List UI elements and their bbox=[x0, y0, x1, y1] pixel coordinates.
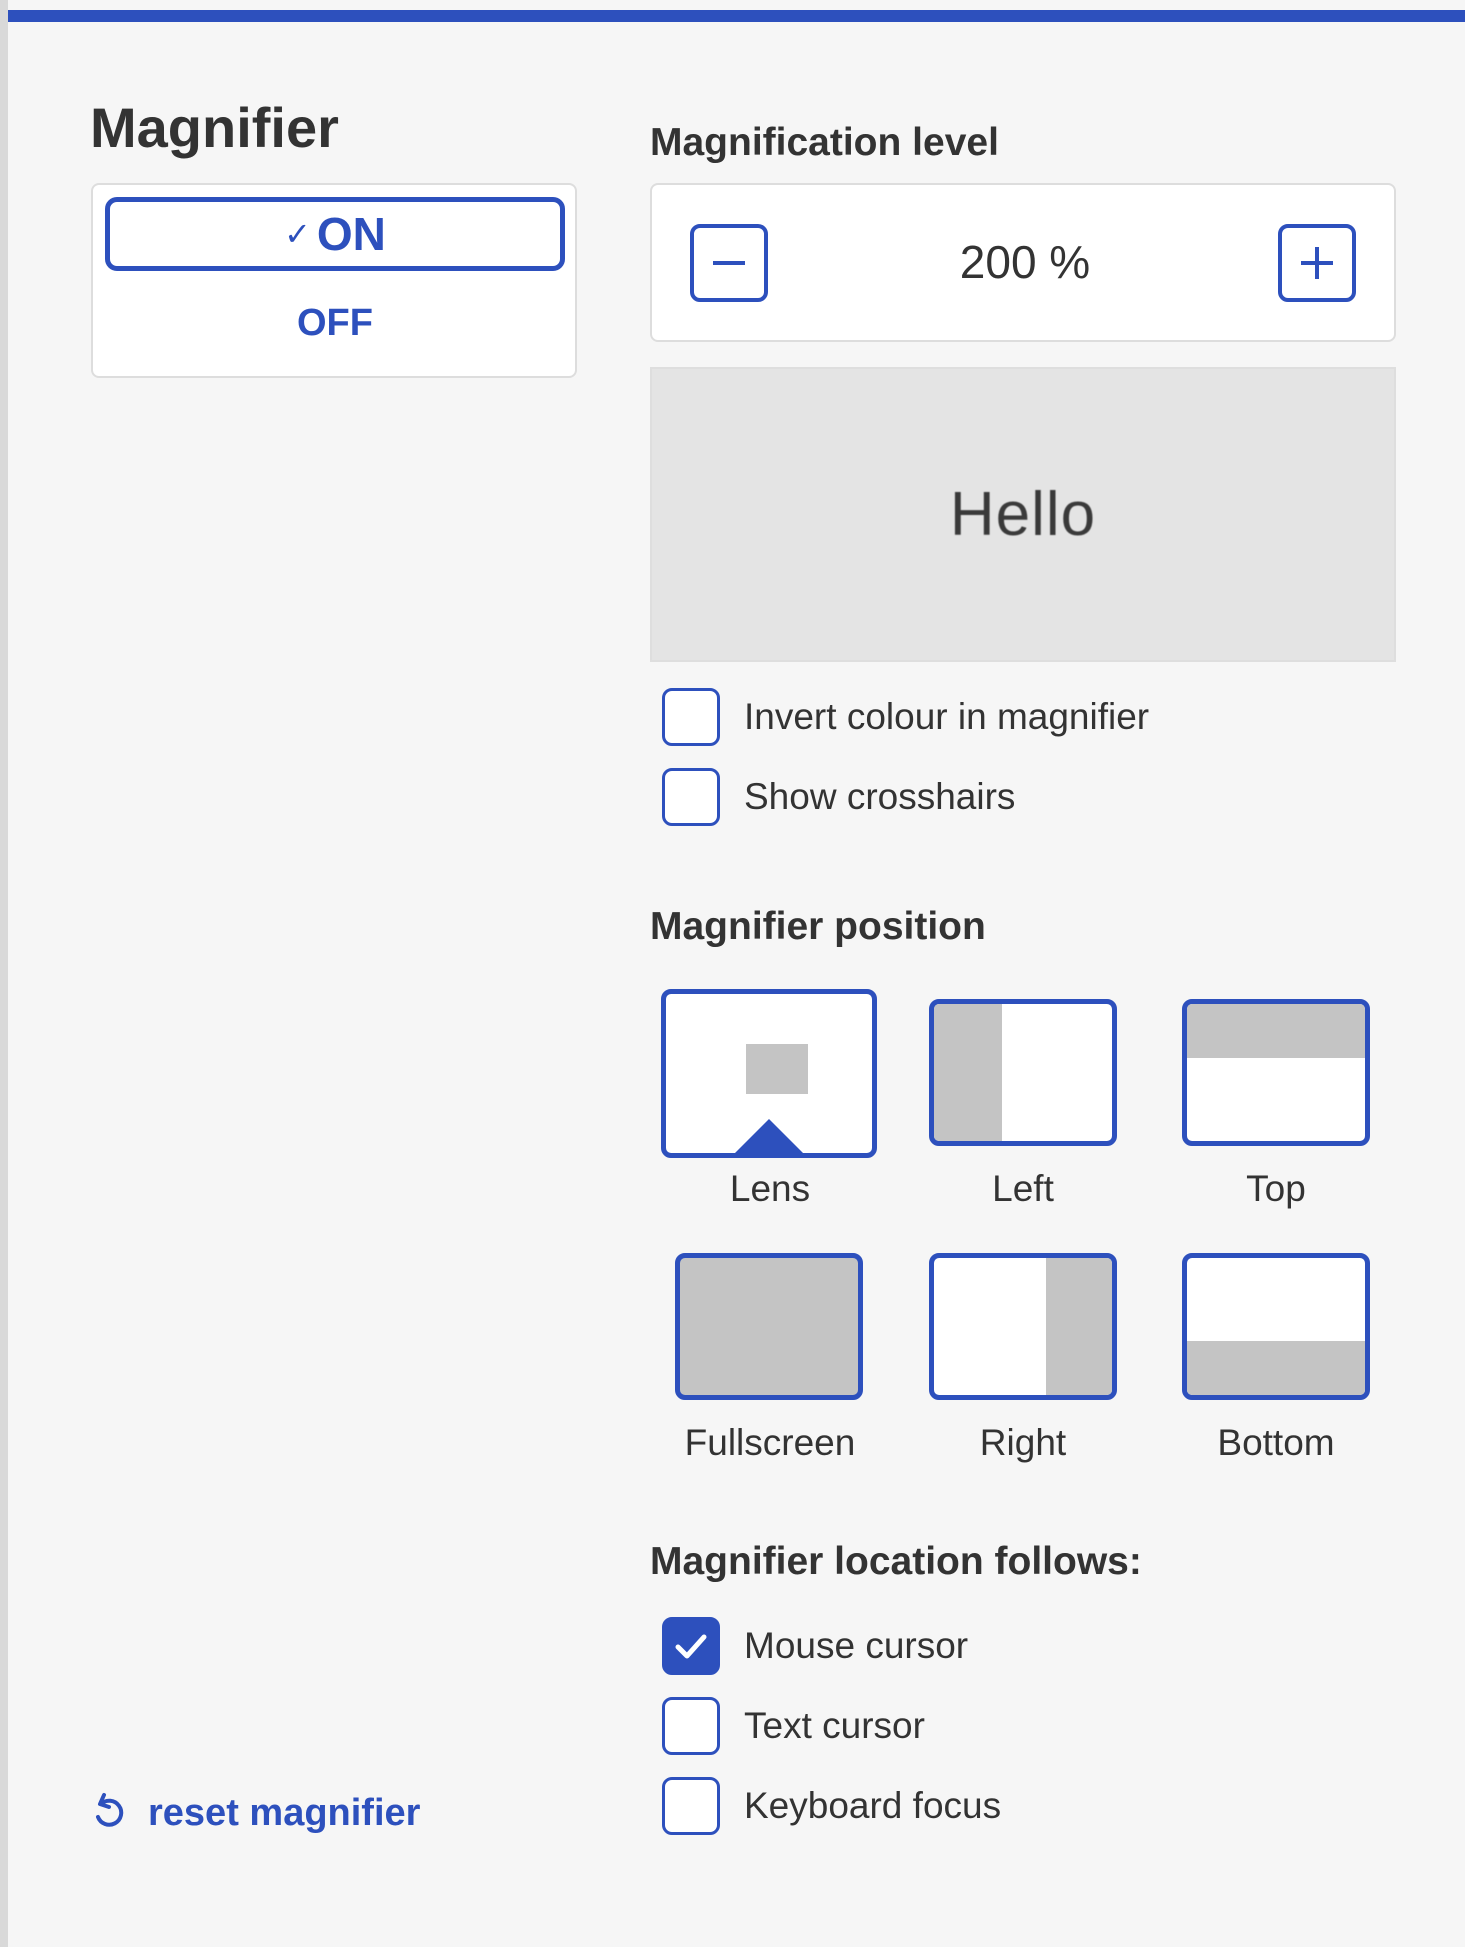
follow-keyboard-focus-label: Keyboard focus bbox=[744, 1785, 1002, 1826]
position-fullscreen-button[interactable] bbox=[675, 1253, 863, 1400]
position-top-button[interactable] bbox=[1182, 999, 1370, 1146]
lens-shape-icon bbox=[746, 1044, 808, 1094]
toggle-off-button[interactable]: OFF bbox=[105, 285, 565, 361]
fullscreen-tile-frame bbox=[675, 1253, 863, 1400]
preview-text: Hello bbox=[949, 480, 1097, 549]
follow-text-cursor-option[interactable]: Text cursor bbox=[662, 1697, 925, 1755]
magnification-control: 200 % bbox=[650, 183, 1396, 342]
magnification-heading: Magnification level bbox=[650, 121, 999, 164]
top-region-icon bbox=[1187, 1004, 1365, 1058]
position-right-label: Right bbox=[979, 1422, 1067, 1463]
left-region-icon bbox=[934, 1004, 1002, 1141]
position-lens-label: Lens bbox=[729, 1168, 811, 1209]
show-crosshairs-label: Show crosshairs bbox=[744, 776, 1016, 817]
position-lens-button[interactable] bbox=[661, 989, 877, 1158]
position-left-label: Left bbox=[992, 1168, 1054, 1209]
position-bottom-label: Bottom bbox=[1217, 1422, 1335, 1463]
follow-keyboard-focus-checkbox[interactable] bbox=[662, 1777, 720, 1835]
magnification-value: 200 % bbox=[959, 236, 1091, 288]
left-tile-frame bbox=[929, 999, 1117, 1146]
position-heading: Magnifier position bbox=[650, 905, 986, 948]
toggle-on-label: ON bbox=[316, 208, 386, 260]
invert-colour-option[interactable]: Invert colour in magnifier bbox=[662, 688, 1149, 746]
follow-mouse-option[interactable]: Mouse cursor bbox=[662, 1617, 968, 1675]
invert-colour-label: Invert colour in magnifier bbox=[744, 696, 1150, 737]
zoom-in-button[interactable] bbox=[1278, 224, 1356, 302]
bottom-region-icon bbox=[1187, 1341, 1365, 1395]
magnifier-preview: Hello bbox=[650, 367, 1396, 662]
selected-indicator-icon bbox=[735, 1119, 803, 1153]
follow-mouse-checkbox[interactable] bbox=[662, 1617, 720, 1675]
reset-magnifier-link[interactable]: reset magnifier bbox=[90, 1790, 420, 1836]
reset-icon bbox=[96, 1793, 124, 1827]
minus-icon bbox=[713, 261, 745, 265]
top-tile-frame bbox=[1182, 999, 1370, 1146]
show-crosshairs-option[interactable]: Show crosshairs bbox=[662, 768, 1015, 826]
page-title: Magnifier bbox=[90, 96, 339, 159]
top-accent-bar bbox=[8, 10, 1465, 22]
left-edge-strip bbox=[0, 0, 8, 1947]
follows-heading: Magnifier location follows: bbox=[650, 1540, 1142, 1583]
follow-keyboard-focus-option[interactable]: Keyboard focus bbox=[662, 1777, 1001, 1835]
toggle-off-label: OFF bbox=[297, 301, 373, 344]
position-bottom-button[interactable] bbox=[1182, 1253, 1370, 1400]
follow-mouse-label: Mouse cursor bbox=[744, 1625, 969, 1666]
reset-magnifier-label: reset magnifier bbox=[148, 1791, 421, 1834]
magnifier-toggle: ✓ ON OFF bbox=[91, 183, 577, 378]
follow-text-cursor-label: Text cursor bbox=[744, 1705, 925, 1746]
toggle-on-button[interactable]: ✓ ON bbox=[105, 197, 565, 271]
right-region-icon bbox=[1046, 1258, 1112, 1395]
invert-colour-checkbox[interactable] bbox=[662, 688, 720, 746]
position-top-label: Top bbox=[1246, 1168, 1306, 1209]
checkmark-icon: ✓ bbox=[284, 216, 311, 252]
right-tile-frame bbox=[929, 1253, 1117, 1400]
position-fullscreen-label: Fullscreen bbox=[684, 1422, 856, 1463]
position-right-button[interactable] bbox=[929, 1253, 1117, 1400]
bottom-tile-frame bbox=[1182, 1253, 1370, 1400]
position-left-button[interactable] bbox=[929, 999, 1117, 1146]
checkmark-icon bbox=[675, 1634, 707, 1659]
show-crosshairs-checkbox[interactable] bbox=[662, 768, 720, 826]
zoom-out-button[interactable] bbox=[690, 224, 768, 302]
plus-icon bbox=[1301, 247, 1333, 279]
follow-text-cursor-checkbox[interactable] bbox=[662, 1697, 720, 1755]
